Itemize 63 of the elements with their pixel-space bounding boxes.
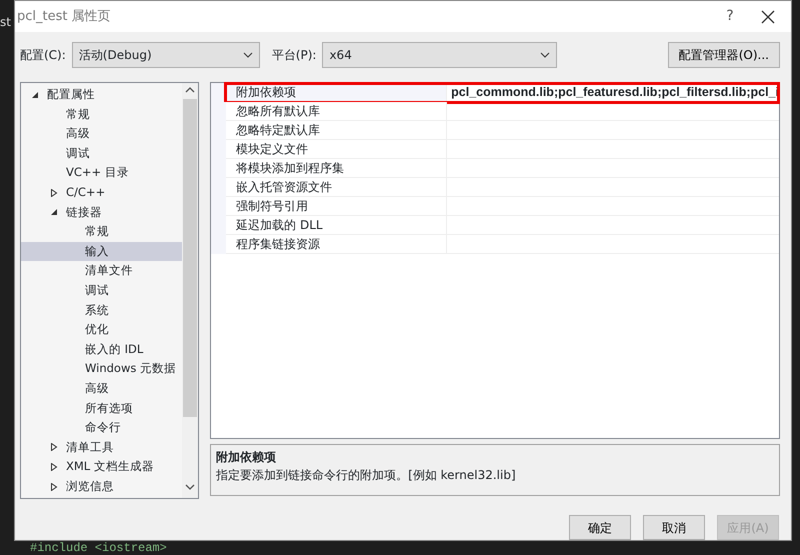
value-cell[interactable] xyxy=(446,216,779,235)
property-name[interactable]: 模块定义文件 xyxy=(226,140,446,159)
collapsed-arrow-icon xyxy=(50,463,58,472)
property-name[interactable]: 程序集链接资源 xyxy=(226,235,446,254)
platform-label: 平台(P): xyxy=(272,46,316,64)
tree-item[interactable]: 链接器 xyxy=(21,202,182,222)
editor-text: st xyxy=(0,14,11,31)
property-name[interactable]: 忽略所有默认库 xyxy=(226,102,446,121)
chevron-down-icon xyxy=(540,52,550,58)
tree-item[interactable]: 清单工具 xyxy=(21,438,182,458)
collapsed-arrow-icon xyxy=(50,188,58,197)
window-title: pcl_test 属性页 xyxy=(17,8,112,26)
close-icon[interactable] xyxy=(761,10,775,24)
value-cell[interactable] xyxy=(446,178,779,197)
property-name[interactable]: 嵌入托管资源文件 xyxy=(226,178,446,197)
value-cell[interactable] xyxy=(446,197,779,216)
value-cell[interactable] xyxy=(446,102,779,121)
tree-item[interactable]: 所有选项 xyxy=(21,398,182,418)
value-cell[interactable] xyxy=(446,121,779,140)
expanded-arrow-icon xyxy=(31,90,39,99)
dropdown[interactable]: 活动(Debug) xyxy=(72,42,260,68)
tree-item[interactable]: XML 文档生成器 xyxy=(21,457,182,477)
tree-item[interactable]: 嵌入的 IDL xyxy=(21,340,182,360)
chevron-down-icon xyxy=(242,52,253,58)
config-manager-button[interactable]: 配置管理器(O)... xyxy=(668,42,780,68)
property-value[interactable]: pcl_commond.lib;pcl_featuresd.lib;pcl_filtersd.lib;pcl_i xyxy=(446,83,779,102)
tree-item[interactable]: Windows 元数据 xyxy=(21,359,182,379)
tree-item[interactable]: 常规 xyxy=(21,104,182,124)
expanded-arrow-icon xyxy=(50,208,58,216)
tree-item[interactable]: 命令行 xyxy=(21,418,182,438)
dialog-button[interactable]: 确定 xyxy=(569,515,631,540)
tree-item[interactable]: 调试 xyxy=(21,144,182,164)
value-cell[interactable] xyxy=(446,235,779,254)
value-cell[interactable] xyxy=(446,140,779,159)
tree-item[interactable]: 调试 xyxy=(21,280,182,301)
description-text: 指定要添加到链接命令行的附加项。[例如 kernel32.lib] xyxy=(216,467,517,484)
tree-item[interactable]: 清单文件 xyxy=(21,261,182,281)
tree-item[interactable]: 高级 xyxy=(21,124,182,144)
help-button[interactable]: ? xyxy=(707,6,753,28)
dialog-button[interactable]: 取消 xyxy=(643,515,705,540)
collapsed-arrow-icon xyxy=(50,482,58,491)
value-cell[interactable] xyxy=(446,159,779,178)
tree-item[interactable]: VC++ 目录 xyxy=(21,163,182,183)
dropdown-value: x64 xyxy=(329,46,352,64)
tree-item[interactable]: 配置属性 xyxy=(21,85,182,105)
config-label: 配置(C): xyxy=(20,46,66,64)
tree-item[interactable]: 系统 xyxy=(21,300,182,320)
property-name[interactable]: 忽略特定默认库 xyxy=(226,121,446,140)
tree-item[interactable]: 优化 xyxy=(21,320,182,340)
tree-item[interactable]: 浏览信息 xyxy=(21,476,182,496)
tree-item[interactable]: 高级 xyxy=(21,378,182,398)
description-title: 附加依赖项 xyxy=(216,449,278,466)
property-name[interactable]: 延迟加载的 DLL xyxy=(226,216,446,235)
property-name[interactable]: 将模块添加到程序集 xyxy=(226,159,446,178)
tree-item[interactable]: 输入 xyxy=(21,242,182,262)
scrollbar-thumb[interactable] xyxy=(183,99,198,417)
dropdown[interactable]: x64 xyxy=(322,42,558,68)
collapsed-arrow-icon xyxy=(50,443,58,452)
code-line: #include <iostream> xyxy=(30,541,167,555)
tree-item[interactable]: 常规 xyxy=(21,222,182,242)
dropdown-value: 活动(Debug) xyxy=(78,46,152,64)
tree-item[interactable]: C/C++ xyxy=(21,182,182,203)
property-name[interactable]: 强制符号引用 xyxy=(226,197,446,216)
